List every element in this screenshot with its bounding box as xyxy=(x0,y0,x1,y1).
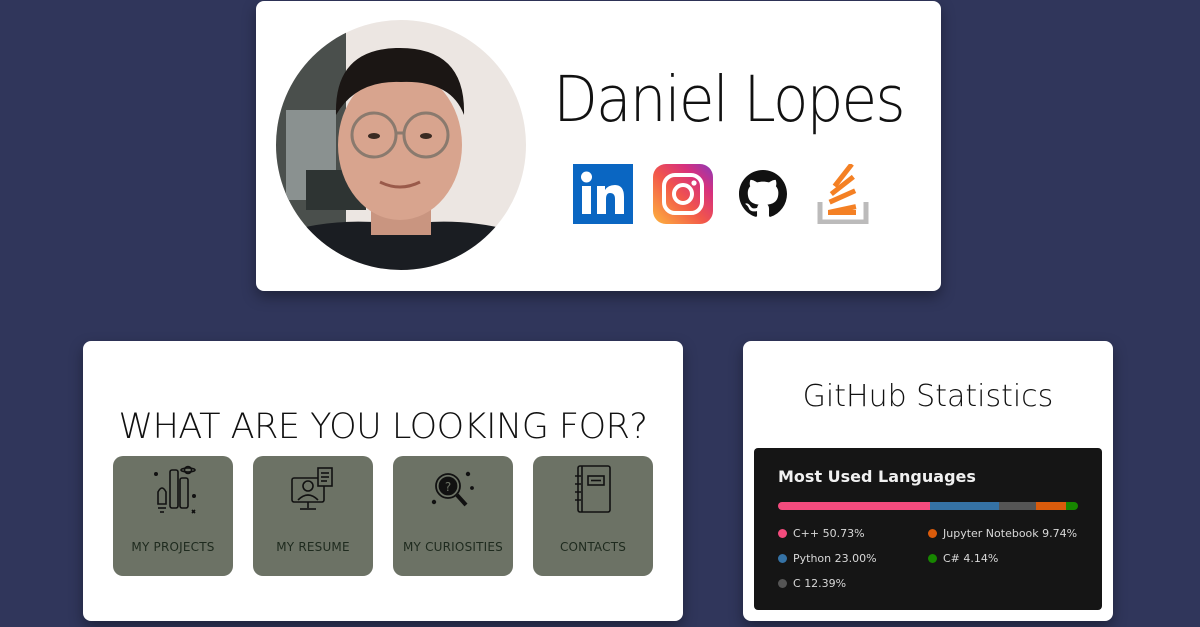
github-stats-card: GitHub Statistics Most Used Languages C+… xyxy=(743,341,1113,621)
language-color-dot xyxy=(778,554,787,563)
language-bar-segment xyxy=(1036,502,1066,510)
tile-contacts[interactable]: CONTACTS xyxy=(533,456,653,576)
language-bar-segment xyxy=(1065,502,1078,510)
svg-text:?: ? xyxy=(445,480,451,494)
address-book-icon xyxy=(575,465,611,513)
instagram-link[interactable] xyxy=(653,164,713,224)
language-bar-segment xyxy=(930,502,1000,510)
language-color-dot xyxy=(778,579,787,588)
stackoverflow-icon xyxy=(817,164,869,224)
language-color-dot xyxy=(928,554,937,563)
language-item: Python 23.00% xyxy=(778,552,877,565)
looking-for-card: WHAT ARE YOU LOOKING FOR? MY PROJECTS MY… xyxy=(83,341,683,621)
language-item: C++ 50.73% xyxy=(778,527,865,540)
github-link[interactable] xyxy=(733,164,793,224)
tile-label: MY PROJECTS xyxy=(131,540,215,554)
language-name: C++ xyxy=(793,527,820,540)
language-item: C# 4.14% xyxy=(928,552,998,565)
language-color-dot xyxy=(778,529,787,538)
instagram-icon xyxy=(653,164,713,224)
github-icon xyxy=(739,170,787,217)
magnifier-question-icon: ? xyxy=(431,471,474,507)
language-color-dot xyxy=(928,529,937,538)
tile-my-projects[interactable]: MY PROJECTS xyxy=(113,456,233,576)
languages-bar xyxy=(778,502,1078,510)
profile-photo xyxy=(276,20,526,270)
tile-label: CONTACTS xyxy=(559,540,627,554)
languages-title: Most Used Languages xyxy=(778,467,976,486)
stackoverflow-link[interactable] xyxy=(813,164,873,224)
tile-label: MY CURIOSITIES xyxy=(402,540,503,554)
profile-card: Daniel Lopes xyxy=(256,1,941,291)
language-name: Jupyter Notebook xyxy=(943,527,1039,540)
language-name: C xyxy=(793,577,801,590)
language-item: C 12.39% xyxy=(778,577,846,590)
rocket-space-icon xyxy=(154,465,196,514)
linkedin-link[interactable] xyxy=(573,164,633,224)
tile-my-resume[interactable]: MY RESUME xyxy=(253,456,373,576)
tile-label: MY RESUME xyxy=(276,540,350,554)
language-name: C# xyxy=(943,552,960,565)
language-percent: 12.39% xyxy=(804,577,847,590)
language-percent: 9.74% xyxy=(1042,527,1078,540)
profile-name: Daniel Lopes xyxy=(553,63,905,136)
resume-monitor-icon xyxy=(291,467,333,510)
language-bar-segment xyxy=(778,502,931,510)
language-bar-segment xyxy=(999,502,1037,510)
language-percent: 50.73% xyxy=(822,527,865,540)
github-stats-title: GitHub Statistics xyxy=(802,379,1054,414)
language-name: Python xyxy=(793,552,832,565)
looking-for-title: WHAT ARE YOU LOOKING FOR? xyxy=(118,407,648,447)
language-percent: 4.14% xyxy=(963,552,999,565)
language-item: Jupyter Notebook 9.74% xyxy=(928,527,1077,540)
linkedin-icon xyxy=(573,164,633,224)
most-used-languages-panel[interactable]: Most Used Languages C++ 50.73% Python 23… xyxy=(754,448,1102,610)
language-percent: 23.00% xyxy=(834,552,877,565)
tile-my-curiosities[interactable]: ? MY CURIOSITIES xyxy=(393,456,513,576)
